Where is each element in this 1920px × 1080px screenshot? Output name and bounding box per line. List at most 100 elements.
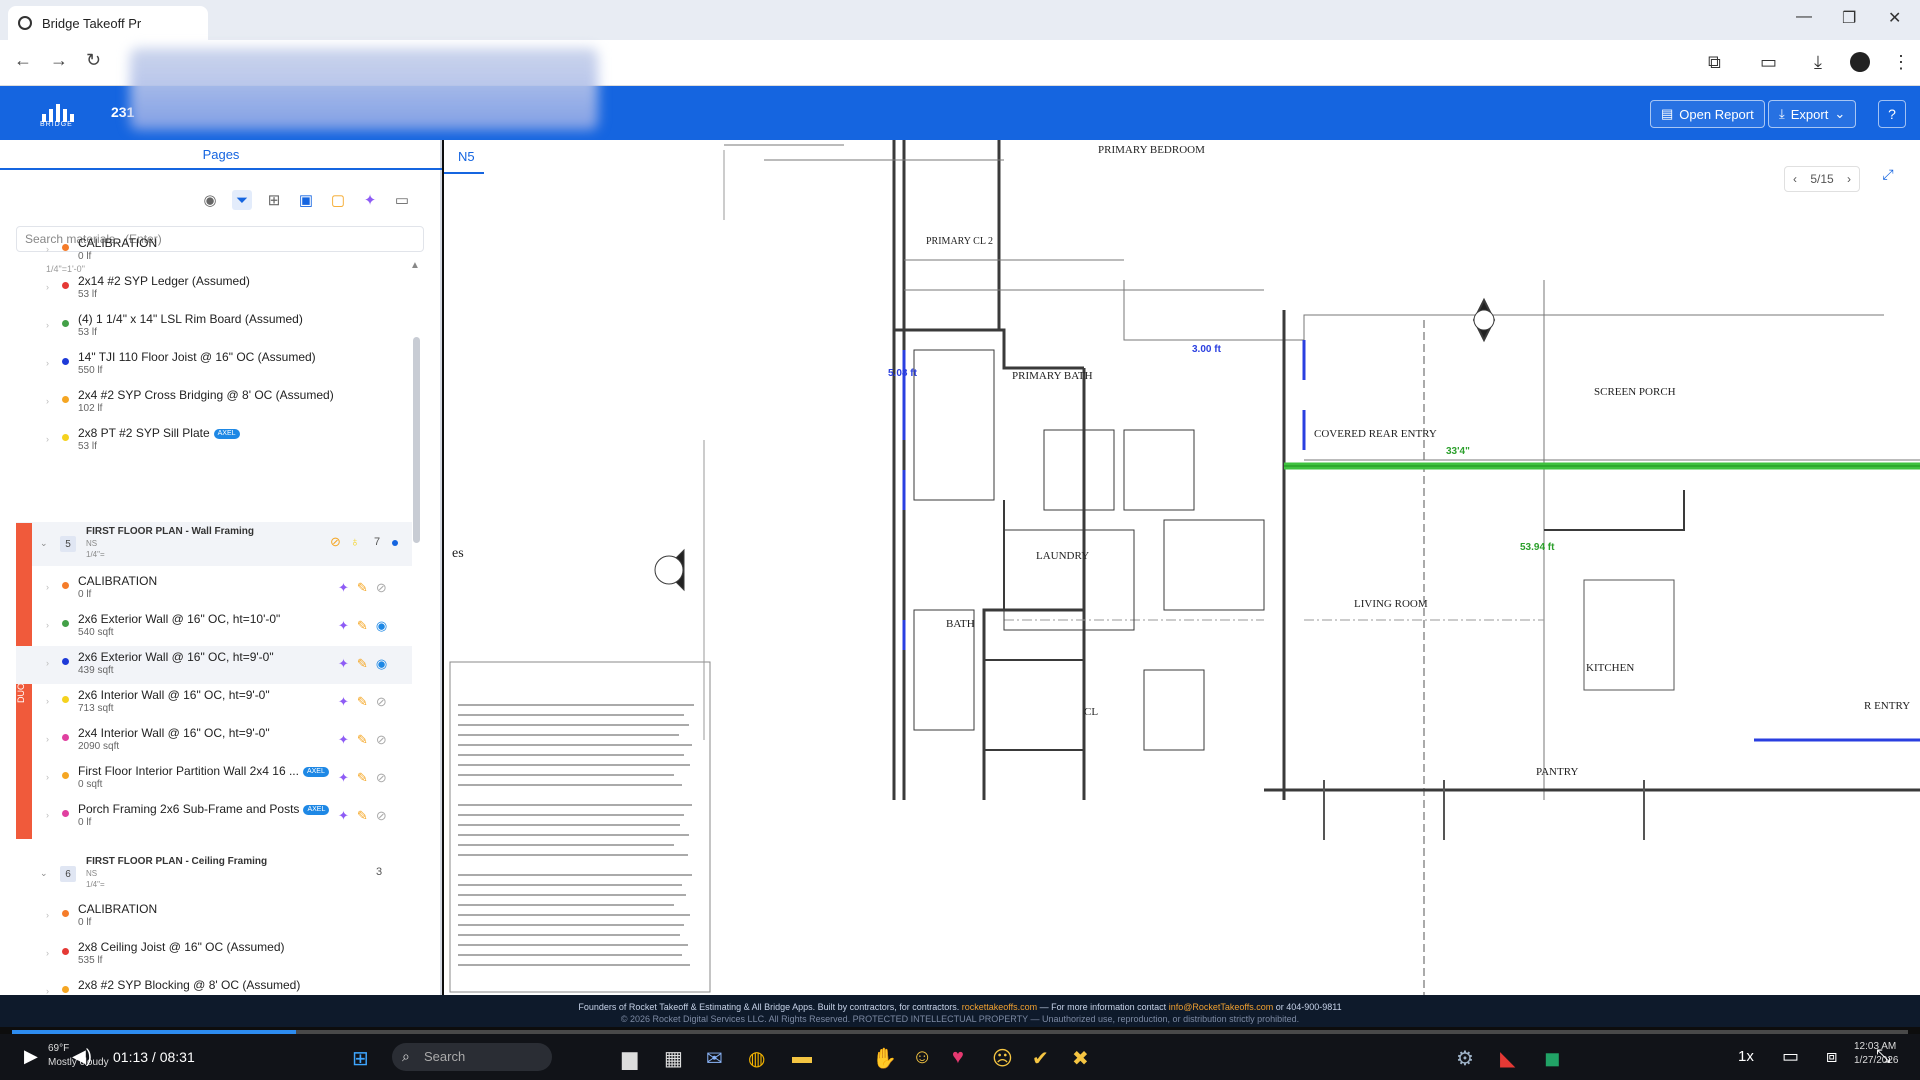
heart-reaction-icon[interactable]: ♥: [952, 1046, 964, 1069]
browser-tab[interactable]: Bridge Takeoff Pr: [8, 6, 208, 40]
next-page-icon[interactable]: ›: [1847, 172, 1851, 186]
profile-avatar[interactable]: [1850, 52, 1870, 72]
restore-icon[interactable]: ❐: [1842, 8, 1856, 28]
footer-link-site[interactable]: rockettakeoffs.com: [962, 1002, 1037, 1012]
expand-icon[interactable]: ⤢: [1876, 166, 1900, 192]
grid-icon[interactable]: ⊞: [264, 190, 284, 210]
eye-off-icon[interactable]: ⊘: [376, 732, 387, 748]
extensions-icon[interactable]: ⧉: [1708, 52, 1721, 73]
file-explorer-icon[interactable]: ▬: [792, 1046, 812, 1069]
close-icon[interactable]: ✕: [1888, 8, 1901, 28]
material-item[interactable]: › 2x6 Exterior Wall @ 16" OC, ht=10'-0" 54…: [16, 608, 412, 646]
material-item[interactable]: › CALIBRATION 0 lf: [16, 232, 412, 270]
ai-sparkle-icon[interactable]: ✦: [360, 190, 380, 210]
mail-icon[interactable]: ✉: [706, 1046, 723, 1071]
chevron-right-icon[interactable]: ›: [46, 282, 49, 292]
magic-wand-icon[interactable]: ✎: [357, 656, 368, 672]
chevron-right-icon[interactable]: ›: [46, 948, 49, 958]
chevron-right-icon[interactable]: ›: [46, 734, 49, 744]
material-item[interactable]: › 2x8 PT #2 SYP Sill Plate AXEL 53 lf: [16, 422, 412, 460]
material-item[interactable]: › (4) 1 1/4" x 14" LSL Rim Board (Assumed…: [16, 308, 412, 346]
material-item[interactable]: › 2x6 Interior Wall @ 16" OC, ht=9'-0" 713…: [16, 684, 412, 722]
material-item[interactable]: › CALIBRATION 0 lf ✦ ✎ ⊘: [16, 570, 412, 608]
eye-off-icon[interactable]: ⊘: [376, 580, 387, 596]
open-report-button[interactable]: ▤ Open Report: [1650, 100, 1765, 128]
theater-mode-icon[interactable]: ▭: [1782, 1046, 1799, 1067]
material-item[interactable]: › First Floor Interior Partition Wall 2x4…: [16, 760, 412, 798]
material-item[interactable]: › Porch Framing 2x6 Sub-Frame and Posts AX…: [16, 798, 412, 836]
floor-plan-drawing[interactable]: [444, 140, 1920, 995]
chevron-right-icon[interactable]: ›: [46, 434, 49, 444]
ai-sparkle-icon[interactable]: ✦: [338, 808, 349, 824]
taskview-icon[interactable]: ▆: [622, 1046, 637, 1071]
thumbs-down-icon[interactable]: ✖: [1072, 1046, 1089, 1071]
ai-sparkle-icon[interactable]: ✦: [338, 770, 349, 786]
ai-sparkle-icon[interactable]: ✦: [338, 694, 349, 710]
material-item[interactable]: › 2x8 Ceiling Joist @ 16" OC (Assumed) 535…: [16, 936, 412, 974]
magic-wand-icon[interactable]: ✎: [357, 808, 368, 824]
laugh-reaction-icon[interactable]: ☺: [912, 1046, 932, 1069]
material-item[interactable]: › 14" TJI 110 Floor Joist @ 16" OC (Assum…: [16, 346, 412, 384]
chevron-right-icon[interactable]: ›: [46, 320, 49, 330]
chevron-right-icon[interactable]: ›: [46, 582, 49, 592]
ai-sparkle-icon[interactable]: ✦: [338, 580, 349, 596]
eye-icon[interactable]: ◉: [376, 656, 387, 672]
excel-app-icon[interactable]: ◼: [1544, 1046, 1561, 1071]
chevron-right-icon[interactable]: ›: [46, 620, 49, 630]
footer-link-email[interactable]: info@RocketTakeoffs.com: [1169, 1002, 1274, 1012]
taskbar-search[interactable]: ⌕ Search: [392, 1043, 552, 1071]
chevron-down-icon[interactable]: ⌄: [40, 538, 48, 549]
browser-menu-icon[interactable]: ⋮: [1892, 52, 1910, 73]
thumbs-up-icon[interactable]: ✔: [1032, 1046, 1049, 1071]
pip-icon[interactable]: ⧈: [1826, 1046, 1837, 1067]
browser-icon[interactable]: ◍: [748, 1046, 765, 1071]
magic-wand-icon[interactable]: ✎: [357, 618, 368, 634]
eye-off-icon[interactable]: ⊘: [376, 694, 387, 710]
magic-wand-icon[interactable]: ✎: [357, 694, 368, 710]
playback-speed[interactable]: 1x: [1738, 1048, 1754, 1065]
play-icon[interactable]: ▶: [24, 1046, 38, 1067]
chevron-right-icon[interactable]: ›: [46, 396, 49, 406]
help-button[interactable]: ?: [1878, 100, 1906, 128]
material-item[interactable]: › 2x6 Exterior Wall @ 16" OC, ht=9'-0" 439…: [16, 646, 412, 684]
folder-icon[interactable]: ▭: [392, 190, 412, 210]
calculator-icon[interactable]: ▦: [664, 1046, 683, 1071]
chevron-down-icon[interactable]: ⌄: [40, 868, 48, 879]
chevron-right-icon[interactable]: ›: [46, 358, 49, 368]
windows-start-icon[interactable]: ⊞: [352, 1046, 369, 1071]
chevron-right-icon[interactable]: ›: [46, 910, 49, 920]
back-icon[interactable]: ←: [14, 50, 32, 71]
plan-viewer[interactable]: N5 PRIMARY BEDROOM PRIMARY CL 2 PRIMARY …: [444, 140, 1920, 995]
scrollbar-thumb[interactable]: [413, 337, 420, 543]
pdf-app-icon[interactable]: ◣: [1500, 1046, 1515, 1071]
chevron-right-icon[interactable]: ›: [46, 696, 49, 706]
tab-pages[interactable]: Pages: [0, 140, 442, 170]
material-item[interactable]: › 2x4 #2 SYP Cross Bridging @ 8' OC (Assu…: [16, 384, 412, 422]
ai-sparkle-icon[interactable]: ✦: [338, 656, 349, 672]
material-item[interactable]: › 2x4 Interior Wall @ 16" OC, ht=9'-0" 209…: [16, 722, 412, 760]
eye-icon[interactable]: ◉: [376, 618, 387, 634]
download-icon[interactable]: ⤓: [1814, 52, 1822, 73]
export-button[interactable]: ⤓ Export ⌄: [1768, 100, 1857, 128]
material-item[interactable]: › CALIBRATION 0 lf: [16, 898, 412, 936]
filter-icon[interactable]: ⏷: [232, 190, 252, 210]
magic-wand-icon[interactable]: ✎: [357, 770, 368, 786]
minimize-icon[interactable]: —: [1796, 8, 1812, 26]
prev-page-icon[interactable]: ‹: [1793, 172, 1797, 186]
eye-off-icon[interactable]: ⊘: [376, 770, 387, 786]
magic-wand-icon[interactable]: ✎: [357, 580, 368, 596]
chevron-right-icon[interactable]: ›: [46, 772, 49, 782]
visibility-icon[interactable]: ◉: [200, 190, 220, 210]
chevron-right-icon[interactable]: ›: [46, 810, 49, 820]
cast-icon[interactable]: ▭: [1760, 52, 1777, 73]
ai-sparkle-icon[interactable]: ✦: [338, 732, 349, 748]
surprise-reaction-icon[interactable]: ☹: [992, 1046, 1013, 1071]
reload-icon[interactable]: ↻: [86, 50, 101, 71]
comment-icon[interactable]: ▢: [328, 190, 348, 210]
document-icon[interactable]: ▣: [296, 190, 316, 210]
chevron-right-icon[interactable]: ›: [46, 658, 49, 668]
ai-sparkle-icon[interactable]: ✦: [338, 618, 349, 634]
clap-reaction-icon[interactable]: ✋: [872, 1046, 897, 1071]
lightbulb-icon[interactable]: ♁: [350, 534, 360, 549]
eye-off-icon[interactable]: ⊘: [376, 808, 387, 824]
